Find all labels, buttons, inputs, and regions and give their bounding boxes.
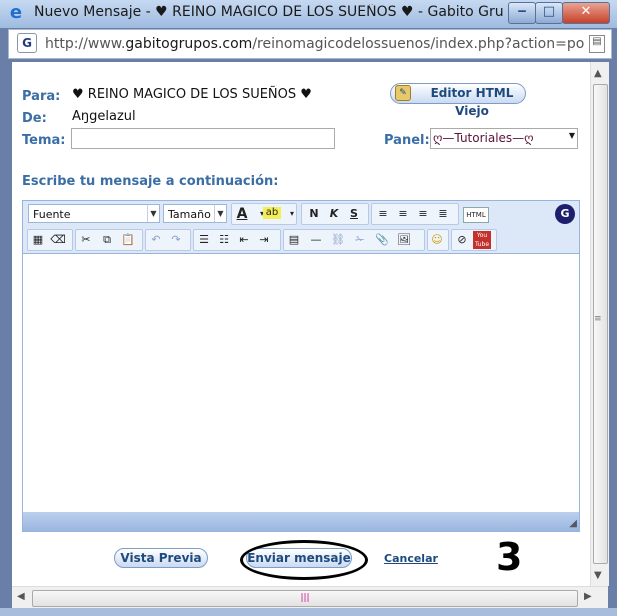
indent-icon[interactable]: ⇥: [255, 231, 273, 249]
url-path: /reinomagicodelossuenos/index.php?action…: [252, 36, 585, 52]
de-value: Aŋgelazul: [72, 109, 136, 124]
scroll-thumb[interactable]: [593, 84, 608, 564]
highlight-color-icon[interactable]: ab: [263, 207, 281, 219]
horizontal-scroll-thumb[interactable]: |||: [32, 590, 578, 607]
maximize-button[interactable]: □: [535, 2, 563, 24]
dropdown-arrow-icon[interactable]: ▾: [283, 205, 301, 223]
bullet-list-icon[interactable]: ☷: [215, 231, 233, 249]
window-title: Nuevo Mensaje - ♥ REINO MAGICO DE LOS SU…: [34, 4, 504, 20]
page-icon[interactable]: ▤: [589, 35, 605, 53]
strike-button[interactable]: S: [345, 205, 363, 223]
editor-html-viejo-button[interactable]: ✎ Editor HTML Viejo: [390, 83, 526, 118]
window-bottom-edge: [0, 608, 617, 616]
scroll-down-icon[interactable]: ▼: [594, 570, 602, 581]
gabito-logo-icon: G: [555, 204, 575, 224]
panel-selected-value: ღ—Tutoriales—ღ: [433, 131, 534, 145]
link-icon[interactable]: ⛓: [329, 231, 347, 249]
ie-logo-icon: e: [9, 2, 23, 23]
unlink-icon[interactable]: ✁: [351, 231, 369, 249]
panel-select[interactable]: ღ—Tutoriales—ღ ▼: [430, 128, 578, 149]
flash-icon[interactable]: ⊘: [453, 231, 471, 249]
outdent-icon[interactable]: ⇤: [235, 231, 253, 249]
align-right-icon[interactable]: ≡: [414, 205, 432, 223]
tema-input[interactable]: [71, 128, 335, 149]
scroll-right-icon[interactable]: ▶: [584, 591, 592, 602]
chevron-down-icon: ▼: [214, 205, 226, 222]
size-select-label: Tamaño: [168, 208, 211, 221]
font-color-icon[interactable]: A: [233, 205, 251, 223]
bold-button[interactable]: N: [305, 205, 323, 223]
undo-icon[interactable]: ↶: [147, 231, 165, 249]
url-prefix: http://www.: [45, 36, 126, 52]
tema-label: Tema:: [22, 133, 66, 148]
size-select[interactable]: Tamaño ▼: [163, 204, 227, 223]
address-bar[interactable]: G http://www.gabitogrupos.com/reinomagic…: [8, 29, 612, 59]
message-textarea[interactable]: [23, 254, 579, 512]
font-select[interactable]: Fuente ▼: [28, 204, 160, 223]
horizontal-scrollbar[interactable]: ◀ ||| ▶: [12, 586, 608, 609]
editor-toolbar-row-1: Fuente ▼ Tamaño ▼ A ▾ ab ▾ N K S ≡ ≡ ≡ ≣…: [23, 201, 579, 227]
image-icon[interactable]: 🖼: [395, 231, 413, 249]
message-editor: Fuente ▼ Tamaño ▼ A ▾ ab ▾ N K S ≡ ≡ ≡ ≣…: [22, 200, 580, 532]
paste-icon[interactable]: 📋: [119, 231, 137, 249]
site-favicon-icon: G: [17, 33, 37, 53]
de-label: De:: [22, 111, 47, 126]
para-label: Para:: [22, 89, 61, 104]
redo-icon[interactable]: ↷: [167, 231, 185, 249]
horizontal-rule-icon[interactable]: —: [307, 231, 325, 249]
vertical-scrollbar[interactable]: ▲ ≡ ▼: [590, 62, 609, 586]
resize-grip-icon[interactable]: ◢: [569, 518, 577, 529]
panel-label: Panel:: [384, 133, 430, 148]
highlight-oval: [240, 540, 368, 580]
para-value: ♥ REINO MAGICO DE LOS SUEÑOS ♥: [72, 87, 312, 102]
cancel-link[interactable]: Cancelar: [384, 552, 438, 565]
chevron-down-icon: ▼: [147, 205, 159, 222]
close-button[interactable]: ✕: [562, 2, 610, 24]
preview-button[interactable]: Vista Previa: [114, 548, 208, 568]
editor-html-viejo-label: Editor HTML Viejo: [430, 86, 514, 118]
editor-statusbar: ◢: [23, 512, 579, 531]
url-domain: gabitogrupos.com: [125, 36, 253, 52]
table-icon[interactable]: ▤: [285, 231, 303, 249]
youtube-icon[interactable]: You Tube: [473, 231, 491, 249]
minimize-button[interactable]: ‒: [508, 2, 536, 24]
chevron-down-icon: ▼: [568, 131, 575, 140]
title-bar: e Nuevo Mensaje - ♥ REINO MAGICO DE LOS …: [0, 0, 617, 28]
scroll-left-icon[interactable]: ◀: [17, 591, 25, 602]
font-select-label: Fuente: [33, 208, 71, 221]
editor-toolbar-row-2: ▦ ⌫ ✂ ⧉ 📋 ↶ ↷ ☰ ☷ ⇤ ⇥ ▤ — ⛓ ✁ 📎 🖼 ☺ ⊘ Yo…: [23, 227, 579, 254]
italic-button[interactable]: K: [325, 205, 343, 223]
align-center-icon[interactable]: ≡: [394, 205, 412, 223]
instructions-text: Escribe tu mensaje a continuación:: [22, 174, 279, 189]
step-number: 3: [496, 535, 523, 579]
html-mode-button[interactable]: HTML: [463, 207, 489, 223]
attachment-icon[interactable]: 📎: [373, 231, 391, 249]
smiley-icon[interactable]: ☺: [428, 231, 446, 249]
copy-icon[interactable]: ⧉: [98, 231, 116, 249]
eraser-icon[interactable]: ⌫: [49, 231, 67, 249]
align-justify-icon[interactable]: ≣: [434, 205, 452, 223]
numbered-list-icon[interactable]: ☰: [195, 231, 213, 249]
url-text[interactable]: http://www.gabitogrupos.com/reinomagicod…: [45, 36, 585, 52]
scroll-up-icon[interactable]: ▲: [594, 68, 602, 79]
scroll-grip-icon: ≡: [594, 314, 602, 324]
select-all-icon[interactable]: ▦: [29, 231, 47, 249]
editor-icon: ✎: [395, 85, 411, 101]
cut-icon[interactable]: ✂: [77, 231, 95, 249]
align-left-icon[interactable]: ≡: [374, 205, 392, 223]
